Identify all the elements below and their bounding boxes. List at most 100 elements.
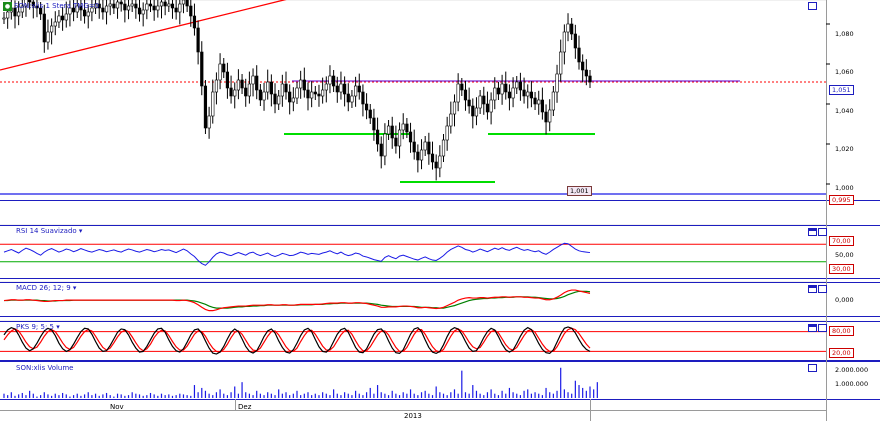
- volume-bar: [237, 393, 239, 398]
- volume-bar: [190, 395, 192, 398]
- candle-body: [555, 73, 559, 93]
- volume-bar: [168, 394, 170, 398]
- candle-body: [196, 27, 200, 53]
- volume-bar: [296, 390, 298, 398]
- volume-bar: [442, 393, 445, 398]
- restore-icon[interactable]: [808, 285, 817, 293]
- volume-bar: [7, 395, 9, 398]
- volume-bar: [391, 390, 393, 398]
- candle-body: [152, 5, 156, 11]
- volume-bar: [475, 390, 478, 398]
- volume-bar: [519, 395, 522, 398]
- candle-body: [449, 113, 453, 127]
- candle-body: [577, 47, 581, 63]
- candle-body: [452, 101, 457, 115]
- volume-bar: [472, 385, 474, 398]
- candle-body: [291, 97, 295, 103]
- maximize-icon[interactable]: [808, 2, 817, 10]
- candle-body: [262, 91, 266, 101]
- pks-title[interactable]: PKS 9; 5; 5 ▾: [16, 323, 60, 332]
- maximize-icon[interactable]: [818, 285, 827, 293]
- volume-bar: [138, 394, 141, 398]
- restore-icon[interactable]: [808, 324, 817, 332]
- maximize-icon[interactable]: [808, 364, 817, 372]
- volume-bar: [83, 394, 86, 398]
- volume-bar: [545, 387, 547, 398]
- candle-body: [126, 5, 131, 11]
- volume-bar: [248, 393, 250, 398]
- maximize-icon[interactable]: [818, 228, 827, 236]
- candle-body: [328, 75, 332, 85]
- volume-bar: [582, 387, 584, 398]
- restore-icon[interactable]: [808, 228, 817, 236]
- volume-bar: [241, 382, 243, 398]
- candle-body: [251, 75, 255, 85]
- candle-body: [156, 5, 160, 11]
- volume-bar: [120, 394, 122, 398]
- candle-body: [562, 31, 566, 53]
- candle-body: [500, 83, 504, 95]
- candle-body: [233, 89, 237, 97]
- candle-body: [408, 131, 413, 143]
- candle-body: [559, 51, 563, 75]
- candle-body: [357, 85, 361, 93]
- candle-body: [280, 83, 284, 97]
- volume-bar: [505, 393, 507, 398]
- volume-bar: [347, 393, 349, 398]
- candle-body: [222, 63, 226, 73]
- volume-bar: [387, 395, 390, 398]
- maximize-icon[interactable]: [818, 324, 827, 332]
- candle-body: [507, 91, 512, 99]
- volume-bar: [289, 395, 291, 398]
- macd-title[interactable]: MACD 26; 12; 9 ▾: [16, 284, 76, 293]
- volume-bar: [362, 395, 364, 398]
- candle-body: [445, 125, 449, 141]
- candle-body: [350, 95, 354, 103]
- volume-bar: [109, 395, 111, 398]
- candle-body: [401, 123, 405, 131]
- volume-bar: [234, 386, 236, 398]
- candle-body: [247, 83, 251, 97]
- volume-bar: [358, 393, 360, 398]
- volume-bar: [552, 393, 554, 398]
- volume-bar: [69, 396, 71, 398]
- volume-bar: [571, 393, 573, 398]
- candle-body: [474, 107, 479, 117]
- volume-bar: [325, 393, 327, 398]
- volume-bar: [333, 389, 335, 398]
- candle-body: [313, 91, 317, 95]
- volume-bar: [468, 393, 470, 398]
- candle-body: [544, 111, 548, 123]
- candle-body: [438, 155, 442, 169]
- candle-body: [339, 83, 343, 93]
- candle-body: [463, 89, 468, 101]
- candle-body: [207, 115, 211, 129]
- volume-bar: [32, 393, 34, 398]
- candle-body: [104, 5, 109, 13]
- candle-body: [584, 69, 588, 77]
- volume-bar: [303, 393, 305, 398]
- rsi-title[interactable]: RSI 14 Suavizado ▾: [16, 227, 82, 236]
- candle-body: [211, 91, 215, 117]
- candle-body: [306, 89, 310, 99]
- candle-body: [284, 83, 288, 93]
- volume-bar: [523, 390, 525, 398]
- candle-body: [170, 3, 175, 9]
- volume-bar: [179, 393, 181, 398]
- volume-bar: [593, 389, 595, 398]
- rsi-level-low-badge: 30,00: [829, 264, 854, 274]
- y-tick-label: 1,040: [835, 107, 854, 115]
- volume-bar: [197, 392, 199, 398]
- candle-body: [119, 1, 123, 5]
- candle-body: [181, 0, 186, 5]
- candle-body: [17, 11, 21, 17]
- volume-bar: [589, 386, 591, 398]
- candle-body: [588, 75, 592, 83]
- candle-body: [258, 89, 262, 101]
- candle-body: [137, 7, 142, 15]
- candle-body: [383, 133, 387, 157]
- volume-bar: [329, 395, 331, 398]
- volume-bar: [226, 395, 229, 398]
- y-tick-label: 1,060: [835, 68, 854, 76]
- volume-bar: [457, 393, 459, 398]
